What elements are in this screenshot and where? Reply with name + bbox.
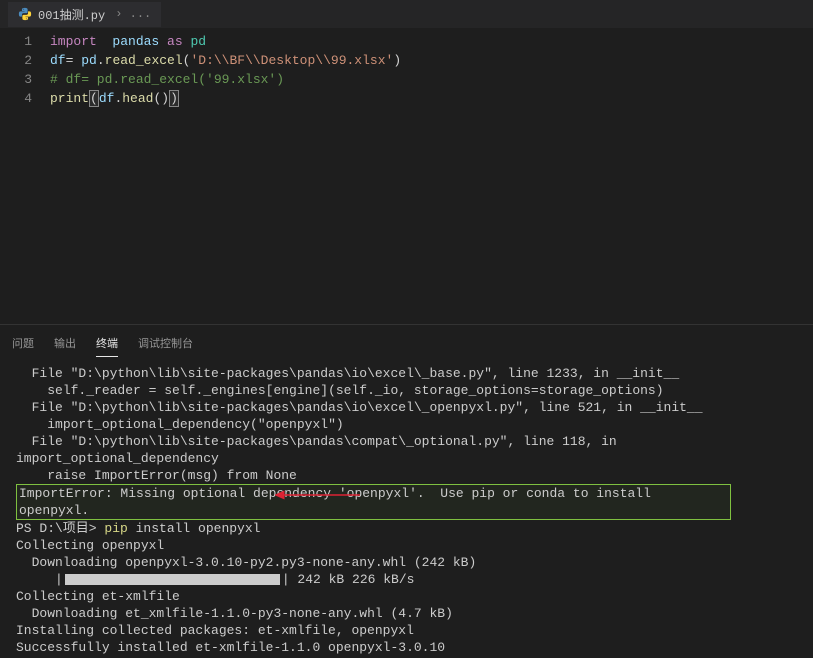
traceback-line: self._reader = self._engines[engine](sel… bbox=[16, 382, 797, 399]
line-number: 2 bbox=[0, 51, 50, 70]
panel-tabs: 问题 输出 终端 调试控制台 bbox=[0, 324, 813, 357]
editor-tab[interactable]: 001抽测.py › ... bbox=[8, 2, 161, 27]
line-number: 1 bbox=[0, 32, 50, 51]
code-content[interactable]: print(df.head()) bbox=[50, 89, 179, 108]
traceback-line: File "D:\python\lib\site-packages\pandas… bbox=[16, 365, 797, 382]
tab-output[interactable]: 输出 bbox=[54, 329, 76, 357]
pip-output: Installing collected packages: et-xmlfil… bbox=[16, 622, 797, 639]
terminal-panel[interactable]: File "D:\python\lib\site-packages\pandas… bbox=[0, 357, 813, 657]
pip-progress: || 242 kB 226 kB/s bbox=[16, 571, 797, 588]
traceback-line: raise ImportError(msg) from None bbox=[16, 467, 797, 484]
code-line: 3 # df= pd.read_excel('99.xlsx') bbox=[0, 70, 813, 89]
line-number: 4 bbox=[0, 89, 50, 108]
breadcrumb-separator: › ... bbox=[115, 7, 151, 21]
traceback-line: File "D:\python\lib\site-packages\pandas… bbox=[16, 433, 797, 467]
pip-output: Successfully installed et-xmlfile-1.1.0 … bbox=[16, 639, 797, 656]
tab-filename: 001抽测.py bbox=[38, 6, 105, 23]
code-line: 1 import pandas as pd bbox=[0, 32, 813, 51]
import-error-highlight: ImportError: Missing optional dependency… bbox=[16, 484, 797, 520]
pip-warning: WARNING: You are using pip version 21.2.… bbox=[16, 656, 797, 657]
pip-output: Collecting et-xmlfile bbox=[16, 588, 797, 605]
tab-terminal[interactable]: 终端 bbox=[96, 329, 118, 357]
tab-bar: 001抽测.py › ... bbox=[0, 0, 813, 28]
code-content[interactable]: # df= pd.read_excel('99.xlsx') bbox=[50, 70, 284, 89]
code-line: 4 print(df.head()) bbox=[0, 89, 813, 108]
pip-output: Collecting openpyxl bbox=[16, 537, 797, 554]
progress-bar-icon bbox=[65, 574, 280, 585]
traceback-line: import_optional_dependency("openpyxl") bbox=[16, 416, 797, 433]
tab-problems[interactable]: 问题 bbox=[12, 329, 34, 357]
code-editor[interactable]: 1 import pandas as pd 2 df= pd.read_exce… bbox=[0, 28, 813, 324]
line-number: 3 bbox=[0, 70, 50, 89]
traceback-line: File "D:\python\lib\site-packages\pandas… bbox=[16, 399, 797, 416]
code-line: 2 df= pd.read_excel('D:\\BF\\Desktop\\99… bbox=[0, 51, 813, 70]
code-content[interactable]: import pandas as pd bbox=[50, 32, 206, 51]
terminal-prompt-line[interactable]: PS D:\项目> pip install openpyxl bbox=[16, 520, 797, 537]
code-content[interactable]: df= pd.read_excel('D:\\BF\\Desktop\\99.x… bbox=[50, 51, 401, 70]
pip-output: Downloading et_xmlfile-1.1.0-py3-none-an… bbox=[16, 605, 797, 622]
python-icon bbox=[18, 7, 32, 21]
tab-debug-console[interactable]: 调试控制台 bbox=[138, 329, 193, 357]
pip-output: Downloading openpyxl-3.0.10-py2.py3-none… bbox=[16, 554, 797, 571]
